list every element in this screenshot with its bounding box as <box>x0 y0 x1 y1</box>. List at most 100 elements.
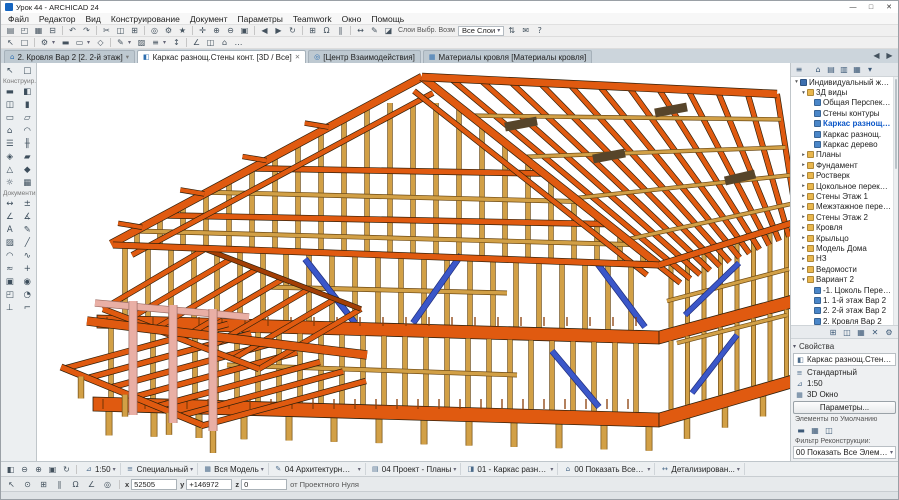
label-tool-icon[interactable]: ✎ <box>19 223 37 236</box>
coord-y-field-value[interactable]: +146972 <box>186 479 232 490</box>
text-tool-icon[interactable]: A <box>1 223 19 236</box>
spline-tool-icon[interactable]: ≈ <box>1 262 19 275</box>
object-tool-icon[interactable]: ◆ <box>19 163 37 176</box>
tree-view-frame-wood[interactable]: Каркас дерево <box>791 139 898 149</box>
tree-view-walls-contours[interactable]: Стены контуры <box>791 108 898 118</box>
tree-folder-foundation[interactable]: ▸Фундамент <box>791 160 898 170</box>
magnet-icon[interactable]: Ω <box>69 479 82 490</box>
beam-tool-icon[interactable]: ▭ <box>1 111 19 124</box>
orbit-icon[interactable]: ↻ <box>286 25 299 36</box>
tree-folder-roof[interactable]: ▸Кровля <box>791 222 898 232</box>
worksheet-tool-icon[interactable]: ◰ <box>1 288 19 301</box>
magnet-snap-icon[interactable]: Ω <box>320 25 333 36</box>
tree-caret-icon[interactable]: ▸ <box>800 193 807 199</box>
tab-roof-plan[interactable]: ⌂2. Кровля Вар 2 [2. 2-й этаж]▾ <box>4 50 135 63</box>
tree-caret-icon[interactable]: ▸ <box>800 245 807 251</box>
print-icon[interactable]: ⊟ <box>46 25 59 36</box>
camera-tool-icon[interactable]: ◉ <box>19 275 37 288</box>
fit-in-window-icon[interactable]: ▣ <box>238 25 251 36</box>
elevation-tool-icon[interactable]: ⌐ <box>19 301 37 314</box>
angle-dimension-tool-icon[interactable]: ∠ <box>1 210 19 223</box>
menu-item-design[interactable]: Конструирование <box>106 13 185 24</box>
previous-view-icon[interactable]: ◀ <box>258 25 271 36</box>
tree-caret-icon[interactable]: ▸ <box>800 183 807 189</box>
tree-folder-nz[interactable]: ▸НЗ <box>791 254 898 264</box>
view-name-box[interactable]: ◧ Каркас разнощ.Стены конт. <box>793 353 896 366</box>
tab-dropdown-icon[interactable]: ▾ <box>126 53 129 61</box>
menu-item-document[interactable]: Документ <box>185 13 233 24</box>
grid-icon[interactable]: ⊞ <box>306 25 319 36</box>
dropdown-caret-icon[interactable]: ▾ <box>87 39 93 46</box>
tree-folder-basement-floor[interactable]: ▸Цокольное перекрытие <box>791 181 898 191</box>
guide-lines-icon[interactable]: ∥ <box>334 25 347 36</box>
trace-reference-icon[interactable]: ◫ <box>204 37 217 48</box>
default-elements-icon[interactable]: ▬ <box>795 426 807 435</box>
maximize-button[interactable]: □ <box>862 1 880 13</box>
find-select-icon[interactable]: ◎ <box>148 25 161 36</box>
navigator-settings-icon[interactable]: ⚙ <box>883 328 895 337</box>
tree-scrollbar[interactable] <box>893 77 898 325</box>
tree-caret-icon[interactable]: ▾ <box>793 79 800 85</box>
tree-scrollbar-thumb[interactable] <box>895 79 897 169</box>
default-settings-icon[interactable]: ⚙ <box>38 37 51 48</box>
settings-button[interactable]: Параметры... <box>793 401 896 414</box>
partial-structure-combo[interactable]: ▦Вся Модель <box>199 463 269 475</box>
dropdown-caret-icon[interactable]: ▾ <box>128 39 134 46</box>
tree-folder-house-model[interactable]: ▸Модель Дома <box>791 243 898 253</box>
quick-layers-icon[interactable]: ◧ <box>4 464 17 475</box>
zoom-in-icon[interactable]: ⊕ <box>32 464 45 475</box>
railing-tool-icon[interactable]: ╫ <box>19 137 37 150</box>
fill-type-icon[interactable]: ▨ <box>135 37 148 48</box>
menu-item-window[interactable]: Окно <box>337 13 367 24</box>
menu-item-help[interactable]: Помощь <box>366 13 409 24</box>
pen-set-combo[interactable]: ✎04 Архитектурный ... <box>270 463 366 475</box>
default-composites-icon[interactable]: ▦ <box>809 426 821 435</box>
door-tool-icon[interactable]: ◧ <box>19 85 37 98</box>
graphic-override-combo[interactable]: ◨01 - Каркас разно... <box>462 463 558 475</box>
origin-icon[interactable]: ⊙ <box>21 479 34 490</box>
default-profiles-icon[interactable]: ◫ <box>823 426 835 435</box>
project-map-icon[interactable]: ⌂ <box>812 65 824 74</box>
scale-combo[interactable]: ⊿1:50 <box>80 463 121 475</box>
guide-lines-icon[interactable]: ∥ <box>53 479 66 490</box>
publish-icon[interactable]: ⇅ <box>505 25 518 36</box>
tree-folder-grillage[interactable]: ▸Ростверк <box>791 171 898 181</box>
message-icon[interactable]: ✉ <box>519 25 532 36</box>
tree-view-basement-var2[interactable]: -1. Цоколь Перекрытие Вар 2 <box>791 285 898 295</box>
angle-snap-icon[interactable]: ∠ <box>85 479 98 490</box>
renovation-icon[interactable]: ⌂ <box>218 37 231 48</box>
tree-folder-walls-floor2[interactable]: ▸Стены Этаж 2 <box>791 212 898 222</box>
elevation-icon[interactable]: ↕ <box>170 37 183 48</box>
menu-item-options[interactable]: Параметры <box>233 13 288 24</box>
coord-x-field-value[interactable]: 52505 <box>131 479 177 490</box>
next-view-icon[interactable]: ▶ <box>272 25 285 36</box>
save-icon[interactable]: ▦ <box>32 25 45 36</box>
tree-caret-icon[interactable]: ▸ <box>800 214 807 220</box>
zoom-out-icon[interactable]: ⊖ <box>18 464 31 475</box>
zoom-out-icon[interactable]: ⊖ <box>224 25 237 36</box>
dropdown-caret-icon[interactable]: ▾ <box>52 39 58 46</box>
tree-folder-plans[interactable]: ▸Планы <box>791 150 898 160</box>
paste-icon[interactable]: ⊞ <box>128 25 141 36</box>
tree-folder-porch[interactable]: ▸Крыльцо <box>791 233 898 243</box>
arc-tool-icon[interactable]: ◠ <box>1 249 19 262</box>
tree-folder-3d-views[interactable]: ▾3Д виды <box>791 87 898 97</box>
tree-view-floor1-var2[interactable]: 1. 1-й этаж Вар 2 <box>791 295 898 305</box>
properties-header[interactable]: ▾ Свойства <box>793 341 896 352</box>
marquee-tool-icon[interactable]: □ <box>19 64 37 77</box>
column-tool-icon[interactable]: ▮ <box>19 98 37 111</box>
coord-z-field-value[interactable]: 0 <box>241 479 287 490</box>
tree-caret-icon[interactable]: ▸ <box>800 173 807 179</box>
close-button[interactable]: ✕ <box>880 1 898 13</box>
wall-tool-icon[interactable]: ▬ <box>1 85 19 98</box>
window-tool-icon[interactable]: ◫ <box>1 98 19 111</box>
copy-icon[interactable]: ◫ <box>114 25 127 36</box>
tree-root-project[interactable]: ▾Индивидуальный жилой дом в пт <box>791 77 898 87</box>
stair-tool-icon[interactable]: ☰ <box>1 137 19 150</box>
zone-tool-icon[interactable]: ▰ <box>19 150 37 163</box>
tree-caret-icon[interactable]: ▾ <box>800 90 807 96</box>
arrow-tool-icon[interactable]: ↖ <box>4 37 17 48</box>
tree-caret-icon[interactable]: ▸ <box>800 266 807 272</box>
tree-caret-icon[interactable]: ▸ <box>800 225 807 231</box>
model-view-options-combo[interactable]: ▤04 Проект - Планы <box>367 463 462 475</box>
